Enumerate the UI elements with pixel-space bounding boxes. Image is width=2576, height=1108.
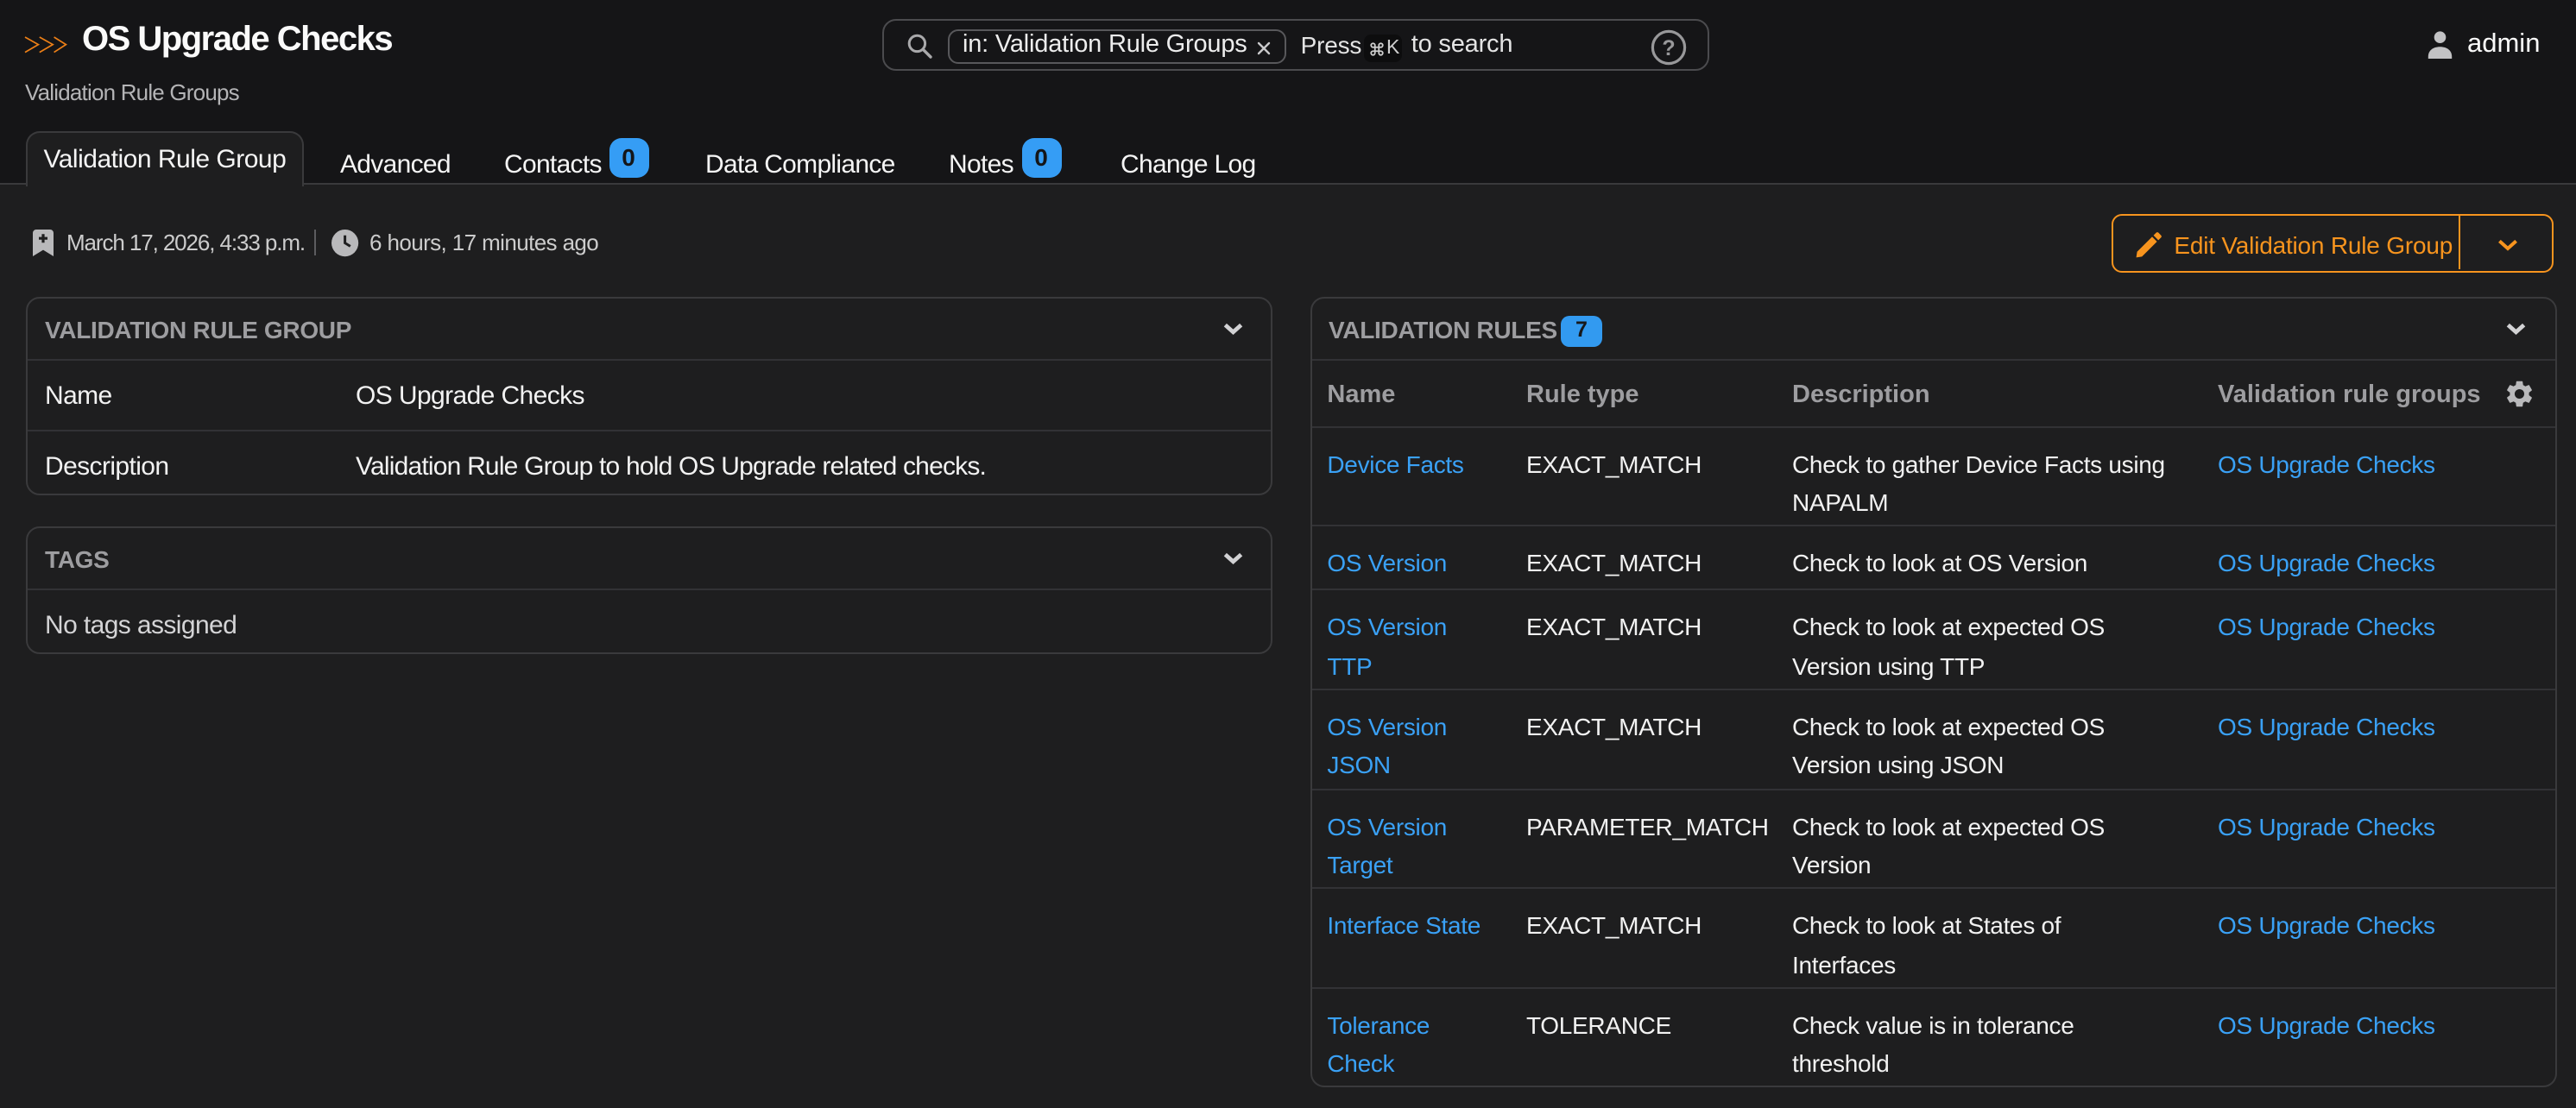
svg-text:?: ? — [1661, 35, 1674, 60]
